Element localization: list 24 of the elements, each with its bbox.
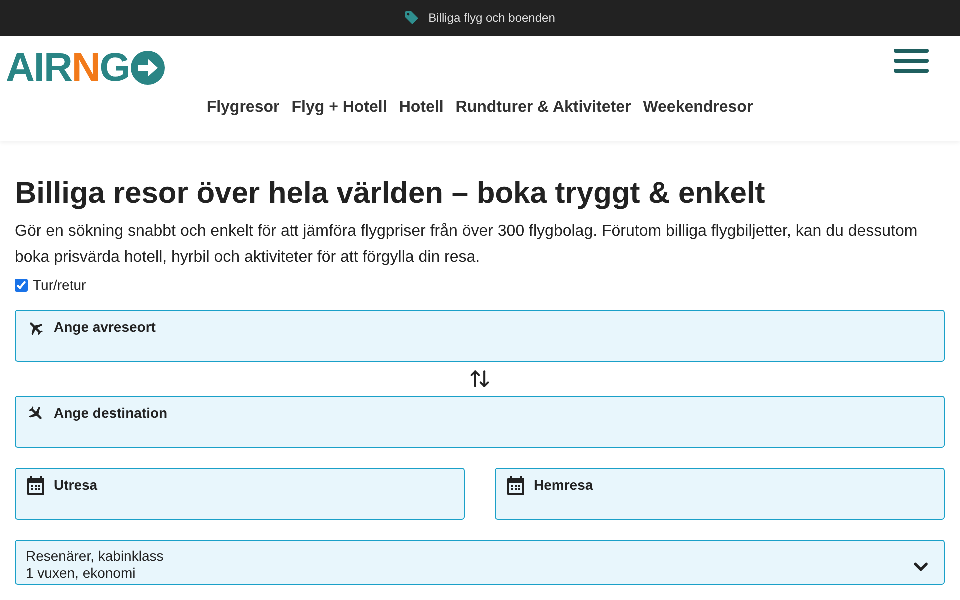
travelers-dropdown[interactable]: Resenärer, kabinklass 1 vuxen, ekonomi: [15, 540, 945, 585]
page-heading: Billiga resor över hela världen – boka tryggt & enkelt: [15, 176, 766, 212]
nav-link[interactable]: Weekendresor: [643, 96, 754, 120]
origin-field[interactable]: Ange avreseort: [15, 310, 945, 362]
promo-text: Billiga flyg och boenden: [428, 10, 556, 27]
calendar-icon: [507, 476, 525, 496]
nav-link[interactable]: Flygresor: [206, 96, 280, 120]
travelers-label: Resenärer, kabinklass: [26, 548, 164, 565]
round-trip-checkbox[interactable]: [15, 279, 28, 292]
destination-field[interactable]: Ange destination: [15, 396, 945, 448]
swap-icon[interactable]: [469, 368, 491, 390]
calendar-icon: [27, 476, 45, 496]
nav-link[interactable]: Rundturer & Aktiviteter: [456, 96, 632, 120]
date-field[interactable]: Utresa: [15, 468, 465, 520]
tag-icon: [404, 11, 419, 25]
date-field[interactable]: Hemresa: [495, 468, 945, 520]
menu-button[interactable]: [893, 48, 930, 74]
nav-link[interactable]: Flyg + Hotell: [292, 96, 388, 120]
checkbox-label: Tur/retur: [33, 276, 86, 295]
intro-text: Gör en sökning snabbt och enkelt för att jämföra flygpriser från över 300 flygbolag. Förutom billiga flygbiljetter, kan du dessutom boka prisvärda hotell, hyrbil och aktiviteter för att förgylla din resa.: [15, 222, 919, 268]
arrow-circle-icon: [130, 51, 165, 85]
nav-link[interactable]: Hotell: [399, 96, 444, 120]
logo[interactable]: AIRNG: [6, 48, 165, 88]
travelers-value: 1 vuxen, ekonomi: [26, 565, 137, 582]
